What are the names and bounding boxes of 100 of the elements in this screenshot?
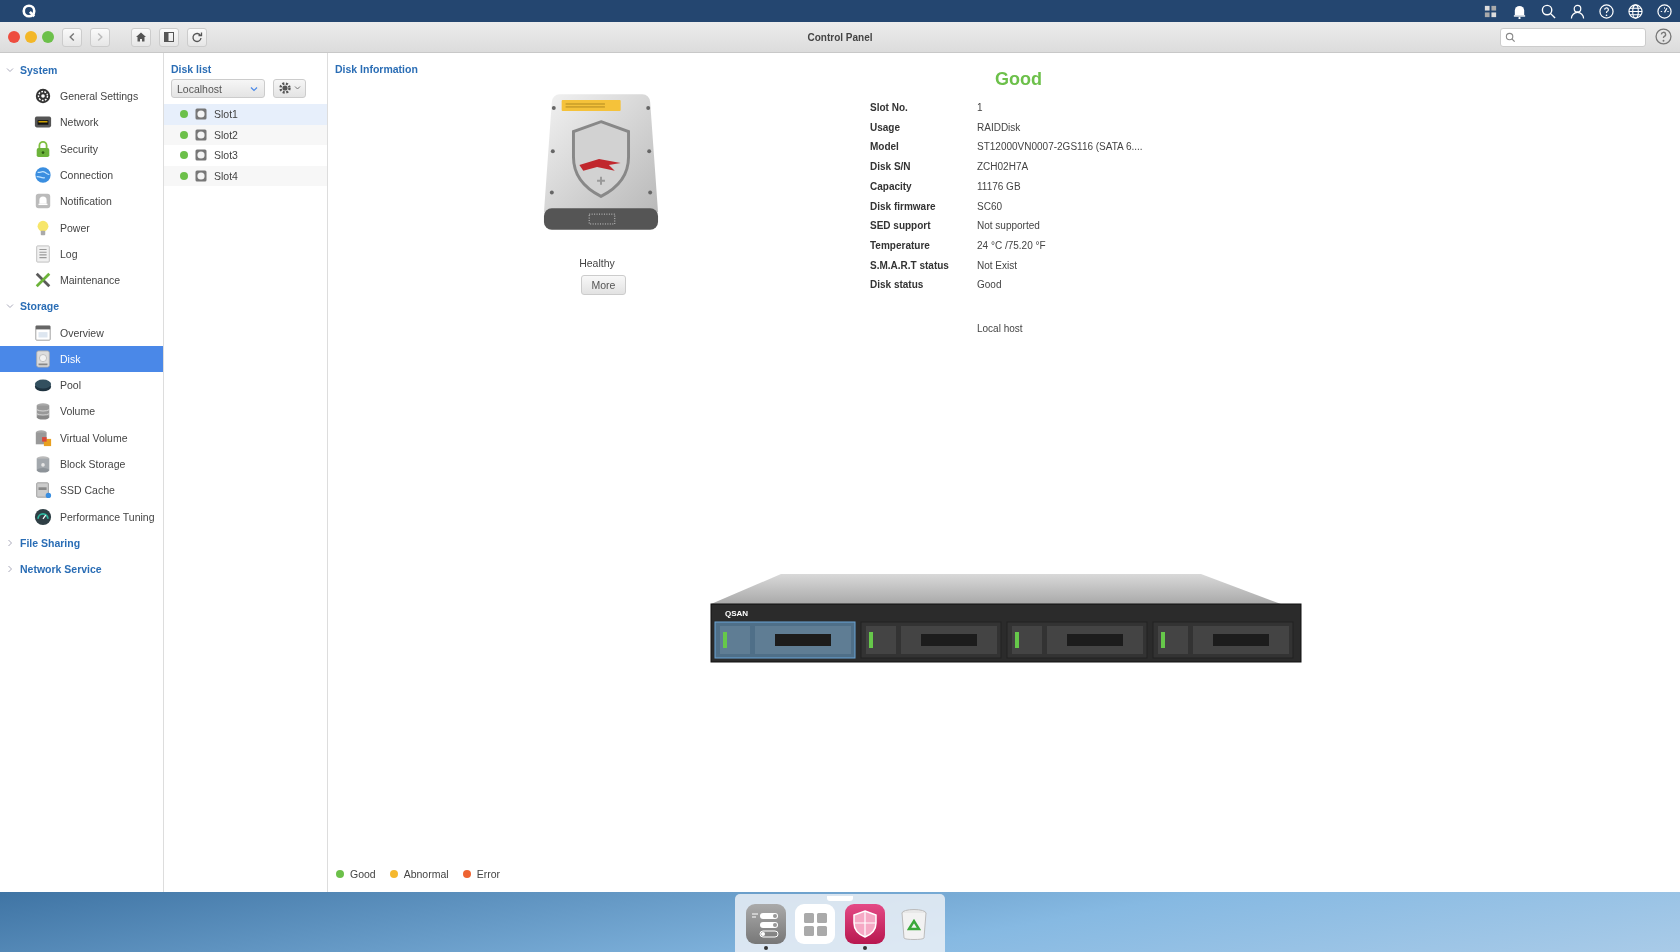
legend-label: Error xyxy=(476,868,500,880)
sidebar-item[interactable]: SSD Cache xyxy=(0,477,163,504)
sidebar-item[interactable]: Overview xyxy=(0,319,163,346)
sidebar-item[interactable]: Log xyxy=(0,240,163,268)
sidebar-item[interactable]: Volume xyxy=(0,398,163,425)
status-heading: Good xyxy=(995,69,1042,90)
sidebar-group-header[interactable]: Network Service xyxy=(20,562,102,575)
location-label: Local host xyxy=(977,323,1024,335)
back-button[interactable] xyxy=(62,27,82,47)
toggles-icon xyxy=(745,904,786,944)
panel-title: Disk Information xyxy=(334,63,418,75)
field-value: RAIDDisk xyxy=(977,120,1022,135)
field-value: ZCH02H7A xyxy=(977,160,1030,175)
legend-label: Good xyxy=(350,868,376,880)
field-label: Usage xyxy=(870,120,901,135)
gauge-icon xyxy=(34,507,52,526)
help-icon xyxy=(1654,28,1672,45)
sidebar-item[interactable]: Network xyxy=(0,109,163,136)
sidebar-item[interactable]: Security xyxy=(0,135,163,162)
field-value: ST12000VN0007-2GS116 (SATA 6.... xyxy=(977,140,1143,155)
gauge-icon[interactable] xyxy=(1657,3,1672,19)
field-value: Good xyxy=(977,278,1003,293)
sidebar-item[interactable]: Disk xyxy=(0,345,163,372)
field-label: Capacity xyxy=(870,179,913,194)
user-icon[interactable] xyxy=(1570,3,1585,19)
field-value: 24 °C /75.20 °F xyxy=(977,238,1047,253)
field-label: Temperature xyxy=(870,238,931,253)
drive-bay[interactable] xyxy=(714,621,856,659)
sidebar-item[interactable]: Maintenance xyxy=(0,267,163,294)
disk-icon xyxy=(195,128,207,141)
database-icon xyxy=(34,455,52,473)
shield-icon xyxy=(844,904,885,944)
field-label: Disk status xyxy=(870,278,925,293)
dock-item[interactable] xyxy=(745,902,786,952)
sidebar-item[interactable]: Connection xyxy=(0,161,163,189)
panel-title: Disk list xyxy=(170,63,212,75)
window-icon xyxy=(34,323,52,342)
sidebar-group-header[interactable]: Storage xyxy=(20,300,60,313)
settings-button[interactable] xyxy=(273,79,306,98)
ssd-icon xyxy=(34,481,52,500)
search-icon[interactable] xyxy=(1541,3,1556,19)
slot-row[interactable]: Slot3 xyxy=(164,145,327,166)
sidebar-item[interactable]: Performance Tuning xyxy=(0,503,163,530)
sidebar-item[interactable]: Notification xyxy=(0,188,163,215)
field-label: S.M.A.R.T status xyxy=(870,258,950,273)
database-icon xyxy=(34,428,52,447)
running-indicator xyxy=(862,946,867,950)
field-value: SC60 xyxy=(977,199,1003,214)
slot-row[interactable]: Slot1 xyxy=(164,104,327,125)
globe-icon[interactable] xyxy=(1628,3,1643,19)
disk-icon xyxy=(195,169,207,182)
refresh-button[interactable] xyxy=(187,27,207,47)
tools-icon xyxy=(34,271,52,290)
field-label: Disk firmware xyxy=(870,199,937,214)
grid-icon xyxy=(795,904,836,944)
running-indicator xyxy=(763,946,768,950)
close-button[interactable] xyxy=(8,31,20,43)
field-value: Not Exist xyxy=(977,258,1018,273)
field-value: 1 xyxy=(977,101,984,115)
field-value: Not supported xyxy=(977,219,1041,234)
sidebar-item[interactable]: Block Storage xyxy=(0,450,163,478)
window-title: Control Panel xyxy=(807,31,873,43)
disk-icon xyxy=(195,108,207,121)
disk-icon xyxy=(195,149,207,162)
search-field[interactable] xyxy=(1500,27,1646,47)
field-value: 11176 GB xyxy=(977,179,1022,194)
logo-icon[interactable] xyxy=(22,4,36,18)
sidebar-toggle-button[interactable] xyxy=(159,27,179,47)
dock-handle[interactable] xyxy=(827,896,853,901)
database-icon xyxy=(34,402,52,421)
health-label: Healthy xyxy=(579,257,615,269)
sidebar-icon xyxy=(163,31,175,43)
sidebar-item[interactable]: General Settings xyxy=(0,83,163,110)
dock-item[interactable] xyxy=(844,902,885,952)
sidebar-item[interactable]: Virtual Volume xyxy=(0,424,163,451)
gear-icon xyxy=(277,81,302,95)
home-button[interactable] xyxy=(131,27,151,47)
field-label: Disk S/N xyxy=(870,160,912,175)
more-button[interactable]: More xyxy=(580,275,627,295)
home-icon xyxy=(135,31,147,43)
bell-icon[interactable] xyxy=(1512,3,1527,19)
slot-row[interactable]: Slot4 xyxy=(164,165,327,186)
host-dropdown[interactable]: Localhost xyxy=(171,79,265,98)
slot-row[interactable]: Slot2 xyxy=(164,124,327,145)
sidebar-group-header[interactable]: System xyxy=(20,64,58,76)
sidebar-item[interactable]: Power xyxy=(0,214,163,241)
field-label: SED support xyxy=(870,219,932,234)
sidebar-item[interactable]: Pool xyxy=(0,371,163,399)
legend-label: Abnormal xyxy=(403,868,449,880)
gear-icon xyxy=(34,87,52,106)
help-button[interactable] xyxy=(1654,28,1672,46)
brand-label: QSAN xyxy=(725,609,749,619)
search-icon xyxy=(1505,31,1516,43)
lock-icon xyxy=(34,139,52,158)
field-label: Model xyxy=(870,140,900,155)
help-icon[interactable] xyxy=(1599,3,1614,19)
bell-icon xyxy=(34,192,52,211)
list-icon xyxy=(34,244,52,263)
grid-icon[interactable] xyxy=(1483,3,1498,19)
sidebar-group-header[interactable]: File Sharing xyxy=(20,536,81,549)
